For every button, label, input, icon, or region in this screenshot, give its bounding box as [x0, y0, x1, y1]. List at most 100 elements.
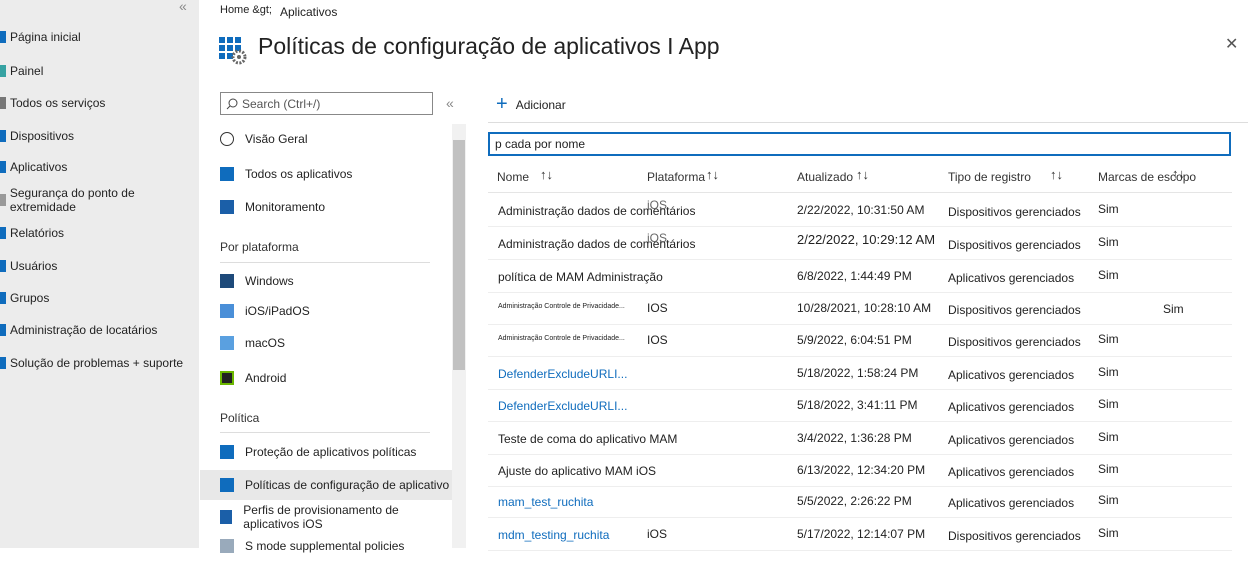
nav-item-label: Dispositivos [10, 129, 75, 143]
updated: 6/13/2022, 12:34:20 PM [797, 463, 926, 477]
breadcrumb-apps[interactable]: Aplicativos [280, 5, 337, 19]
platform: iOS [647, 527, 668, 541]
table-row[interactable]: Ajuste do aplicativo MAM iOS 6/13/2022, … [488, 455, 1232, 487]
registration-type: Dispositivos gerenciados [948, 335, 1081, 349]
breadcrumb-home[interactable]: Home &gt; [220, 4, 272, 16]
add-button[interactable]: + Adicionar [496, 93, 566, 116]
blade-item-policy-3-icon [220, 539, 234, 553]
blade-scrollbar[interactable] [452, 124, 466, 548]
collapse-blade-button[interactable]: « [446, 95, 454, 111]
column-header-1[interactable]: Plataforma [647, 170, 705, 184]
list-icon [0, 97, 6, 109]
table-row[interactable]: Administração dados de comentários iOS 2… [488, 195, 1232, 227]
nav-item-8[interactable]: Grupos [0, 287, 49, 309]
registration-type: Aplicativos gerenciados [948, 400, 1075, 414]
nav-item-0[interactable]: Página inicial [0, 26, 81, 48]
policy-name[interactable]: mam_test_ruchita [498, 495, 593, 509]
scope-tags: Sim [1098, 430, 1119, 444]
app-config-icon [219, 37, 247, 65]
nav-item-label: Solução de problemas + suporte [10, 356, 184, 370]
table-row[interactable]: política de MAM Administração 6/8/2022, … [488, 261, 1232, 293]
blade-item-label: Windows [245, 274, 294, 288]
policy-name[interactable]: mdm_testing_ruchita [498, 528, 609, 542]
close-button[interactable]: ✕ [1225, 34, 1238, 54]
updated: 3/4/2022, 1:36:28 PM [797, 431, 912, 445]
registration-type: Dispositivos gerenciados [948, 238, 1081, 252]
filter-input[interactable]: p cada por nome [488, 132, 1231, 156]
home-icon [0, 31, 6, 43]
sort-icon[interactable]: ↑↓ [856, 167, 869, 182]
nav-item-5[interactable]: Segurança do ponto de extremidade [0, 186, 199, 214]
nav-item-2[interactable]: Todos os serviços [0, 92, 105, 114]
platform: IOS [647, 301, 668, 315]
nav-item-7[interactable]: Usuários [0, 255, 57, 277]
blade-item-policy-1-icon [220, 478, 234, 492]
updated: 5/17/2022, 12:14:07 PM [797, 527, 926, 541]
blade-item-policy-1[interactable]: Políticas de configuração de aplicativo [200, 470, 452, 500]
page-title: Políticas de configuração de aplicativos… [258, 33, 720, 59]
table-row[interactable]: Administração Controle de Privacidade...… [488, 293, 1232, 325]
blade-item-label: Todos os aplicativos [245, 167, 353, 181]
blade-item-policy-3[interactable]: S mode supplemental policies [200, 531, 452, 561]
table-row[interactable]: mam_test_ruchita 5/5/2022, 2:26:22 PM Ap… [488, 486, 1232, 518]
table-row[interactable]: Administração dados de comentários iOS 2… [488, 228, 1232, 260]
sort-icon[interactable]: ↑↓ [540, 167, 553, 182]
sort-icon[interactable]: ↑↓ [1050, 167, 1063, 182]
column-header-2[interactable]: Atualizado [797, 170, 853, 184]
policy-name: Administração Controle de Privacidade... [498, 303, 625, 310]
blade-item-policy-0[interactable]: Proteção de aplicativos políticas [200, 437, 452, 467]
tenant-icon [0, 324, 6, 336]
blade-item-top-2[interactable]: Monitoramento [200, 192, 452, 222]
table-row[interactable]: Administração Controle de Privacidade...… [488, 325, 1232, 357]
policy-name: Teste de coma do aplicativo MAM [498, 432, 678, 446]
blade-item-top-0-icon [220, 132, 234, 146]
table-row[interactable]: Teste de coma do aplicativo MAM 3/4/2022… [488, 423, 1232, 455]
nav-item-6[interactable]: Relatórios [0, 222, 64, 244]
reports-icon [0, 227, 6, 239]
blade-item-top-2-icon [220, 200, 234, 214]
scope-tags: Sim [1163, 302, 1184, 316]
table-row[interactable]: DefenderExcludeURLI... 5/18/2022, 1:58:2… [488, 358, 1232, 390]
blade-item-label: iOS/iPadOS [245, 304, 310, 318]
column-header-0[interactable]: Nome [497, 170, 529, 184]
blade-item-top-0[interactable]: Visão Geral [200, 124, 452, 154]
nav-item-label: Página inicial [10, 30, 81, 44]
blade-item-label: S mode supplemental policies [245, 539, 405, 553]
section-platform: Por plataforma [220, 240, 299, 254]
add-label: Adicionar [515, 97, 566, 112]
nav-item-1[interactable]: Painel [0, 60, 43, 82]
scope-tags: Sim [1098, 493, 1119, 507]
sort-icon[interactable]: ↑↓ [1172, 166, 1185, 181]
table-row[interactable]: DefenderExcludeURLI... 5/18/2022, 3:41:1… [488, 390, 1232, 422]
updated: 5/9/2022, 6:04:51 PM [797, 333, 912, 347]
nav-item-4[interactable]: Aplicativos [0, 156, 67, 178]
blade-item-platform-3[interactable]: Android [200, 363, 452, 393]
search-placeholder: Search (Ctrl+/) [242, 96, 321, 111]
collapse-nav-button[interactable]: « [179, 0, 187, 14]
search-input[interactable]: Search (Ctrl+/) [220, 92, 433, 115]
nav-item-3[interactable]: Dispositivos [0, 125, 74, 147]
left-navigation: « Página inicial Painel Todos os serviços D… [0, 0, 199, 548]
scope-tags: Sim [1098, 268, 1119, 282]
nav-item-label: Todos os serviços [10, 96, 106, 110]
blade-item-policy-2[interactable]: Perfis de provisionamento de aplicativos… [200, 502, 452, 532]
blade-item-platform-1[interactable]: iOS/iPadOS [200, 296, 452, 326]
blade-item-platform-2-icon [220, 336, 234, 350]
registration-type: Aplicativos gerenciados [948, 433, 1075, 447]
nav-item-10[interactable]: Solução de problemas + suporte [0, 352, 183, 374]
column-header-3[interactable]: Tipo de registro [948, 170, 1031, 184]
table-row[interactable]: mdm_testing_ruchita iOS 5/17/2022, 12:14… [488, 519, 1232, 551]
blade-item-platform-3-icon [220, 371, 234, 385]
policy-name[interactable]: DefenderExcludeURLI... [498, 367, 627, 381]
policy-name[interactable]: DefenderExcludeURLI... [498, 399, 627, 413]
blade-item-policy-0-icon [220, 445, 234, 459]
nav-item-9[interactable]: Administração de locatários [0, 319, 157, 341]
blade-item-platform-2[interactable]: macOS [200, 328, 452, 358]
blade-item-platform-0[interactable]: Windows [200, 266, 452, 296]
sort-icon[interactable]: ↑↓ [706, 167, 719, 182]
blade-item-platform-1-icon [220, 304, 234, 318]
blade-item-top-1[interactable]: Todos os aplicativos [200, 159, 452, 189]
blade-item-label: Políticas de configuração de aplicativo [245, 478, 450, 492]
nav-item-label: Usuários [10, 259, 58, 273]
updated: 10/28/2021, 10:28:10 AM [797, 301, 932, 315]
